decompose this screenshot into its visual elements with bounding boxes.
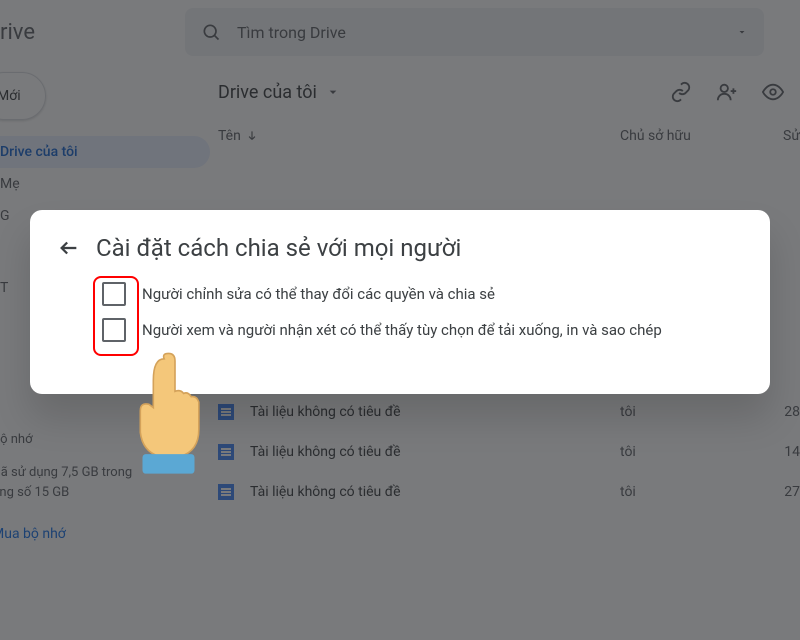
option-editors-can-change[interactable]: Người chỉnh sửa có thể thay đổi các quyề… <box>102 282 742 306</box>
option-viewers-can-download[interactable]: Người xem và người nhận xét có thể thấy … <box>102 318 742 342</box>
checkbox-1[interactable] <box>102 282 126 306</box>
option-label: Người xem và người nhận xét có thể thấy … <box>142 318 662 342</box>
pointing-hand-icon <box>120 348 230 478</box>
modal-title: Cài đặt cách chia sẻ với mọi người <box>96 234 461 262</box>
checkbox-2[interactable] <box>102 318 126 342</box>
modal-overlay: Cài đặt cách chia sẻ với mọi người Người… <box>0 0 800 640</box>
back-arrow-icon[interactable] <box>58 237 80 259</box>
option-label: Người chỉnh sửa có thể thay đổi các quyề… <box>142 282 495 306</box>
share-settings-modal: Cài đặt cách chia sẻ với mọi người Người… <box>30 210 770 394</box>
